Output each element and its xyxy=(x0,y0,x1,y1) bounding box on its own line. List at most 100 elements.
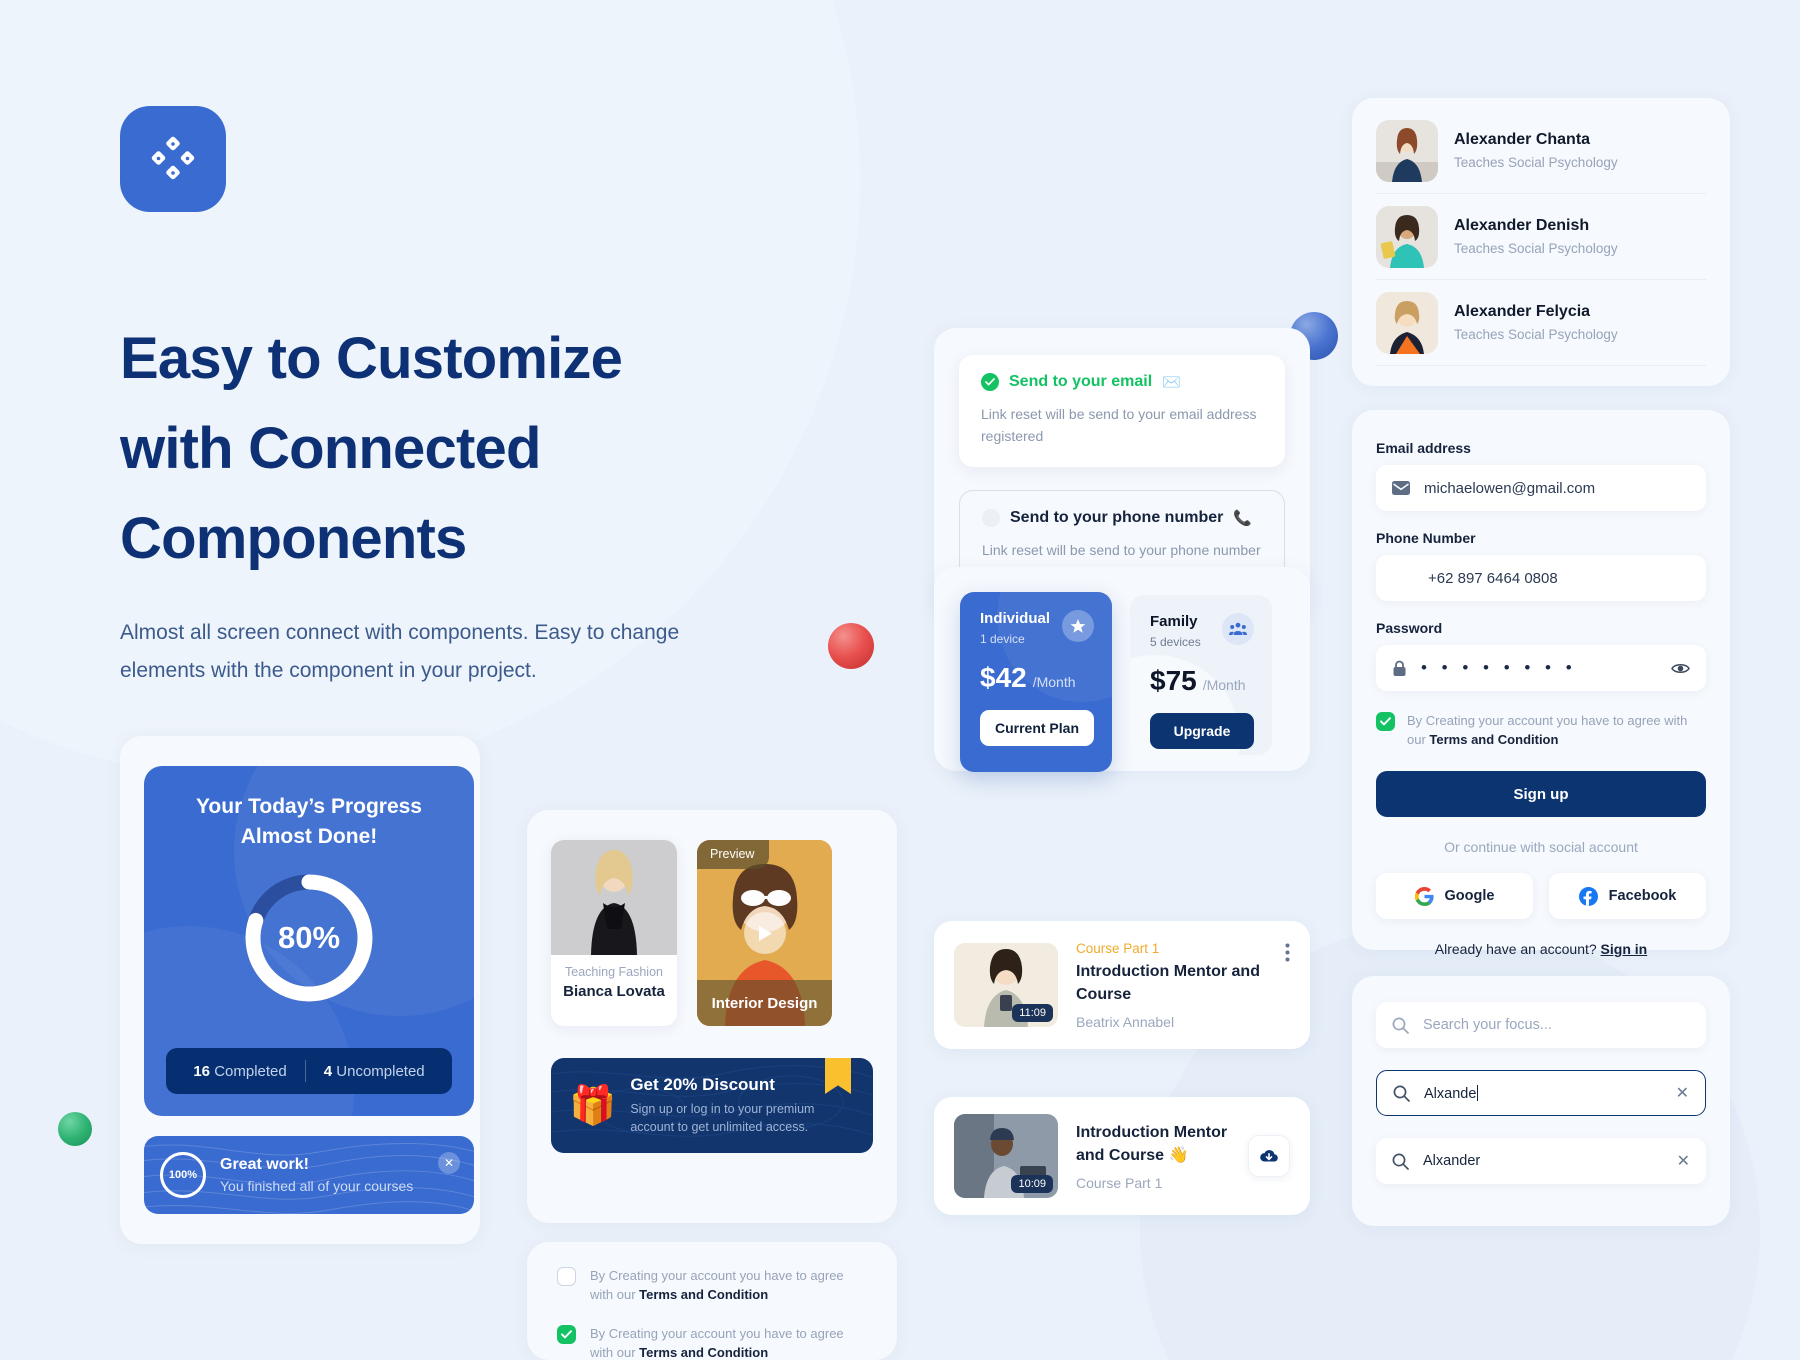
course-title-2: Introduction Mentor and Course 👋 xyxy=(1076,1124,1228,1164)
search-input-empty[interactable]: Search your focus... xyxy=(1376,1002,1706,1048)
mentor-info: Alexander Denish Teaches Social Psycholo… xyxy=(1454,217,1618,256)
reset-phone-head: Send to your phone number 📞 xyxy=(982,509,1262,527)
course-duration-1: 11:09 xyxy=(1012,1004,1053,1022)
reset-phone-title: Send to your phone number xyxy=(1010,509,1224,526)
reset-email-desc: Link reset will be send to your email ad… xyxy=(981,406,1257,444)
hero-section: Easy to Customize with Connected Compone… xyxy=(120,106,820,690)
email-field[interactable]: michaelowen@gmail.com xyxy=(1376,465,1706,511)
page-title-line-3: Components xyxy=(120,506,467,571)
avatar xyxy=(1376,119,1438,182)
phone-field[interactable]: +62 897 6464 0808 xyxy=(1376,555,1706,601)
mentor-name: Alexander Felycia xyxy=(1454,303,1591,320)
upgrade-button[interactable]: Upgrade xyxy=(1150,713,1254,749)
terms-row-checked[interactable]: By Creating your account you have to agr… xyxy=(527,1304,897,1360)
plan-individual-name: Individual xyxy=(980,610,1051,627)
discount-title: Get 20% Discount xyxy=(630,1075,775,1094)
reset-email-title: Send to your email xyxy=(1009,373,1153,390)
preview-video-card[interactable]: Preview Interior Design xyxy=(697,840,832,1026)
progress-panel: Your Today’s Progress Almost Done! 80% 1… xyxy=(120,736,480,1244)
plan-individual-devices: 1 device xyxy=(980,632,1025,646)
google-login-button[interactable]: Google xyxy=(1376,873,1533,919)
today-progress-card: Your Today’s Progress Almost Done! 80% 1… xyxy=(144,766,474,1116)
terms-checkbox-unchecked[interactable] xyxy=(557,1267,576,1286)
progress-ring: 80% xyxy=(241,870,377,1006)
course-showcase-panel: Teaching Fashion Bianca Lovata Preview I… xyxy=(527,810,897,1223)
avatar xyxy=(1376,205,1438,268)
discount-banner[interactable]: 🎁 Get 20% Discount Sign up or log in to … xyxy=(551,1058,873,1153)
google-label: Google xyxy=(1444,888,1495,904)
teacher-photo xyxy=(551,840,677,955)
preview-badge: Preview xyxy=(697,840,770,869)
phone-value: +62 897 6464 0808 xyxy=(1428,569,1558,587)
signup-button[interactable]: Sign up xyxy=(1376,771,1706,817)
search-icon xyxy=(1393,1085,1410,1102)
course-subtitle-2: Course Part 1 xyxy=(1076,1175,1163,1191)
terms-row-unchecked[interactable]: By Creating your account you have to agr… xyxy=(527,1242,897,1304)
plan-family-name: Family xyxy=(1150,613,1198,630)
reset-option-email[interactable]: Send to your email ✉️ Link reset will be… xyxy=(959,355,1285,467)
teacher-role: Teaching Fashion xyxy=(565,965,663,979)
plan-card-family[interactable]: Family 5 devices $75 /Month Upgrade xyxy=(1130,595,1272,755)
discount-subtitle-line-2: account to get unlimited access. xyxy=(630,1120,809,1134)
facebook-label: Facebook xyxy=(1608,888,1677,904)
close-icon[interactable]: ✕ xyxy=(1677,1151,1690,1171)
people-group-icon xyxy=(1222,613,1254,645)
current-plan-button[interactable]: Current Plan xyxy=(980,710,1094,746)
signup-terms-text: By Creating your account you have to agr… xyxy=(1407,711,1706,749)
decorative-sphere-red xyxy=(828,623,874,669)
terms-link-2[interactable]: Terms and Condition xyxy=(639,1345,768,1360)
download-cloud-icon[interactable] xyxy=(1248,1135,1290,1177)
plan-family-price: $75 /Month xyxy=(1150,665,1254,697)
teacher-meta: Teaching Fashion Bianca Lovata xyxy=(551,955,677,1014)
course-card-2[interactable]: 10:09 Introduction Mentor and Course 👋 C… xyxy=(934,1097,1310,1215)
signin-line: Already have an account? Sign in xyxy=(1376,941,1706,957)
search-input-typing[interactable]: Alxande ✕ xyxy=(1376,1070,1706,1116)
great-work-toast: 100% Great work! You finished all of you… xyxy=(144,1136,474,1214)
diamond-grid-logo-icon xyxy=(147,133,199,185)
discount-subtitle-line-1: Sign up or log in to your premium xyxy=(630,1102,815,1116)
teacher-card[interactable]: Teaching Fashion Bianca Lovata xyxy=(551,840,677,1026)
course-thumbnail-1: 11:09 xyxy=(954,943,1058,1027)
mentor-role: Teaches Social Psychology xyxy=(1454,327,1618,342)
progress-title-line-1: Your Today’s Progress xyxy=(195,795,422,818)
play-icon[interactable] xyxy=(743,912,786,954)
password-field[interactable]: • • • • • • • • xyxy=(1376,645,1706,691)
search-result-row[interactable]: Alxander ✕ xyxy=(1376,1138,1706,1184)
completed-count: 16 xyxy=(193,1062,211,1080)
completed-stat: 16 Completed xyxy=(175,1063,304,1080)
terms-text-1: By Creating your account you have to agr… xyxy=(590,1266,867,1304)
signup-terms-checkbox[interactable] xyxy=(1376,712,1395,731)
mentors-panel: Alexander Chanta Teaches Social Psycholo… xyxy=(1352,98,1730,386)
terms-link-1[interactable]: Terms and Condition xyxy=(639,1287,768,1302)
great-work-subtitle: You finished all of your courses xyxy=(220,1178,414,1194)
check-circle-icon xyxy=(981,373,999,391)
search-placeholder: Search your focus... xyxy=(1423,1017,1552,1033)
progress-card-title: Your Today’s Progress Almost Done! xyxy=(144,792,474,852)
course-thumbnail-2: 10:09 xyxy=(954,1114,1058,1198)
terms-checkbox-checked[interactable] xyxy=(557,1325,576,1344)
text-caret xyxy=(1477,1084,1479,1101)
mentor-row[interactable]: Alexander Chanta Teaches Social Psycholo… xyxy=(1376,108,1706,194)
course-card-1[interactable]: 11:09 Course Part 1 Introduction Mentor … xyxy=(934,921,1310,1049)
signin-link[interactable]: Sign in xyxy=(1601,941,1648,957)
envelope-icon xyxy=(1392,481,1410,495)
kebab-menu-icon[interactable] xyxy=(1285,943,1290,962)
plan-individual-head: Individual 1 device xyxy=(980,610,1094,646)
teacher-name: Bianca Lovata xyxy=(563,983,665,1000)
eye-icon[interactable] xyxy=(1671,662,1690,675)
signup-terms-link[interactable]: Terms and Condition xyxy=(1429,732,1558,747)
mentor-info: Alexander Chanta Teaches Social Psycholo… xyxy=(1454,131,1618,170)
uncompleted-count: 4 xyxy=(323,1062,333,1080)
close-icon[interactable]: ✕ xyxy=(1676,1083,1689,1103)
terms-text-2: By Creating your account you have to agr… xyxy=(590,1324,867,1360)
plan-card-individual[interactable]: Individual 1 device $42 /Month Current P… xyxy=(960,592,1112,772)
showcase-row: Teaching Fashion Bianca Lovata Preview I… xyxy=(551,840,832,1026)
search-icon xyxy=(1392,1017,1409,1034)
preview-footer-label: Interior Design xyxy=(697,980,832,1026)
mentor-row[interactable]: Alexander Felycia Teaches Social Psychol… xyxy=(1376,280,1706,366)
facebook-login-button[interactable]: Facebook xyxy=(1549,873,1706,919)
mentor-role: Teaches Social Psychology xyxy=(1454,241,1618,256)
signup-terms-row[interactable]: By Creating your account you have to agr… xyxy=(1376,711,1706,749)
close-icon[interactable]: ✕ xyxy=(438,1152,460,1174)
mentor-row[interactable]: Alexander Denish Teaches Social Psycholo… xyxy=(1376,194,1706,280)
